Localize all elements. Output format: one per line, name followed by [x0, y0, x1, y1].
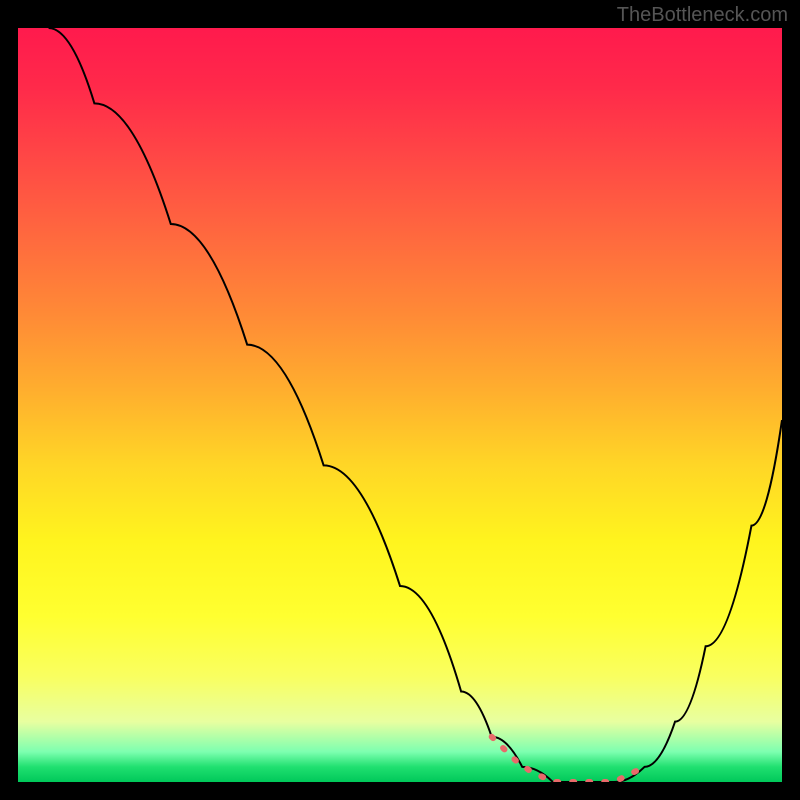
watermark-text: TheBottleneck.com [617, 4, 788, 27]
chart-line-curve [49, 28, 782, 782]
chart-plot-area [18, 28, 782, 782]
chart-valley-highlight [492, 737, 645, 782]
chart-svg [18, 28, 782, 782]
